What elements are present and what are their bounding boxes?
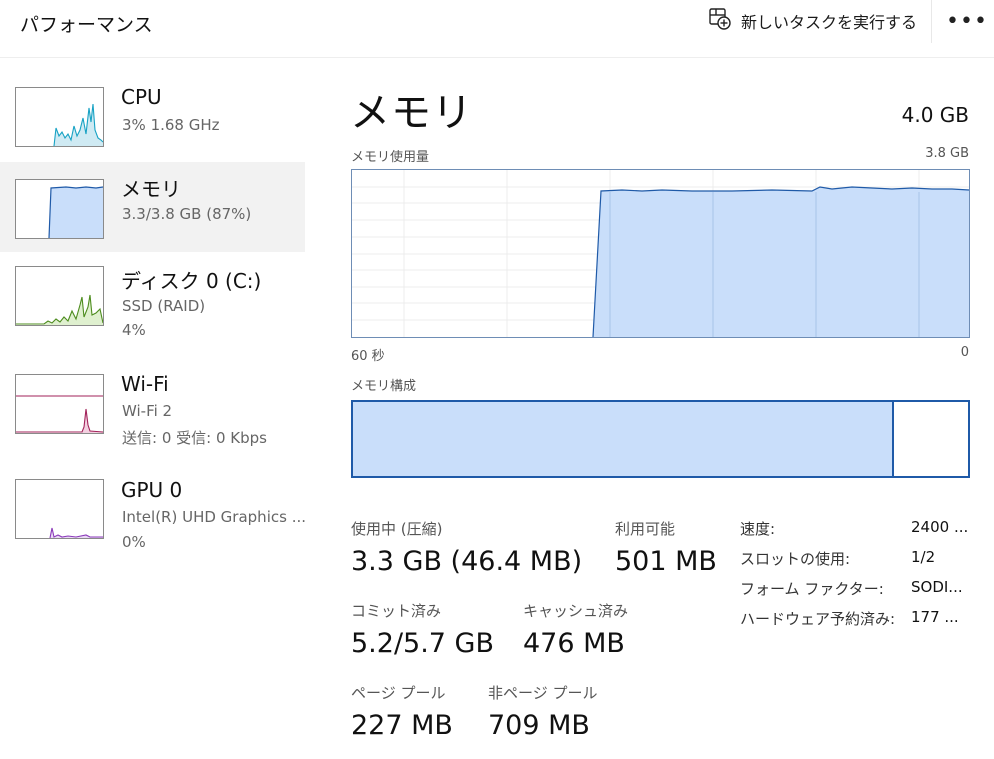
sidebar-item-title: GPU 0 [121,478,183,502]
sidebar-item-subtitle: 3.3/3.8 GB (87%) [122,205,252,223]
sidebar-item-title: Wi-Fi [121,372,169,396]
memory-total: 4.0 GB [901,103,969,127]
sidebar-item-subtitle: SSD (RAID) [122,297,206,315]
form-factor-value: SODI... [911,578,963,596]
sidebar-item-detail: 4% [122,321,146,339]
sidebar-item-title: メモリ [121,177,181,201]
cached-label: キャッシュ済み [523,602,629,620]
sidebar-item-gpu[interactable]: GPU 0 Intel(R) UHD Graphics ... 0% [0,470,306,560]
sidebar-item-detail: 0% [122,533,146,551]
sidebar-item-subtitle: Wi-Fi 2 [122,402,173,420]
sidebar-item-cpu[interactable]: CPU 3% 1.68 GHz [0,74,305,164]
slots-used-label: スロットの使用: [740,550,851,568]
disk-thumbnail-graph [15,266,104,326]
speed-label: 速度: [740,520,776,538]
in-use-label: 使用中 (圧縮) [351,520,443,538]
memory-detail-panel: メモリ 4.0 GB メモリ使用量 3.8 GB 60 秒 0 メモリ構成 使用… [350,0,994,759]
graph-time-start: 60 秒 [351,349,385,364]
sidebar-item-title: CPU [121,85,162,109]
committed-value: 5.2/5.7 GB [351,628,495,659]
available-value: 501 MB [615,546,717,577]
composition-label: メモリ構成 [351,379,417,394]
wifi-thumbnail-graph [15,374,104,434]
hardware-reserved-value: 177 ... [911,608,959,626]
graph-time-end: 0 [960,345,969,360]
sidebar-item-title: ディスク 0 (C:) [121,269,262,293]
hardware-reserved-label: ハードウェア予約済み: [740,610,896,628]
sidebar-item-detail: 送信: 0 受信: 0 Kbps [122,429,267,447]
section-title: メモリ [350,90,473,136]
gpu-thumbnail-graph [15,479,104,539]
cached-value: 476 MB [523,628,625,659]
committed-label: コミット済み [351,602,442,620]
composition-in-use-segment [353,402,894,476]
available-label: 利用可能 [615,520,676,538]
usage-graph-max: 3.8 GB [925,146,969,161]
cpu-thumbnail-graph [15,87,104,147]
memory-composition-bar [351,400,970,478]
sidebar-item-wifi[interactable]: Wi-Fi Wi-Fi 2 送信: 0 受信: 0 Kbps [0,364,305,454]
speed-value: 2400 ... [911,518,969,536]
slots-used-value: 1/2 [911,548,936,566]
memory-thumbnail-graph [15,179,104,239]
sidebar-item-subtitle: 3% 1.68 GHz [122,116,220,134]
paged-pool-value: 227 MB [351,710,453,741]
usage-graph-label: メモリ使用量 [351,150,430,165]
paged-pool-label: ページ プール [351,684,446,702]
page-title: パフォーマンス [20,14,153,36]
form-factor-label: フォーム ファクター: [740,580,884,598]
memory-usage-graph [351,169,970,338]
nonpaged-pool-value: 709 MB [488,710,590,741]
sidebar-item-subtitle: Intel(R) UHD Graphics ... [122,508,306,526]
sidebar-item-memory[interactable]: メモリ 3.3/3.8 GB (87%) [0,162,305,252]
sidebar-item-disk[interactable]: ディスク 0 (C:) SSD (RAID) 4% [0,252,305,342]
nonpaged-pool-label: 非ページ プール [488,684,598,702]
in-use-value: 3.3 GB (46.4 MB) [351,546,583,577]
